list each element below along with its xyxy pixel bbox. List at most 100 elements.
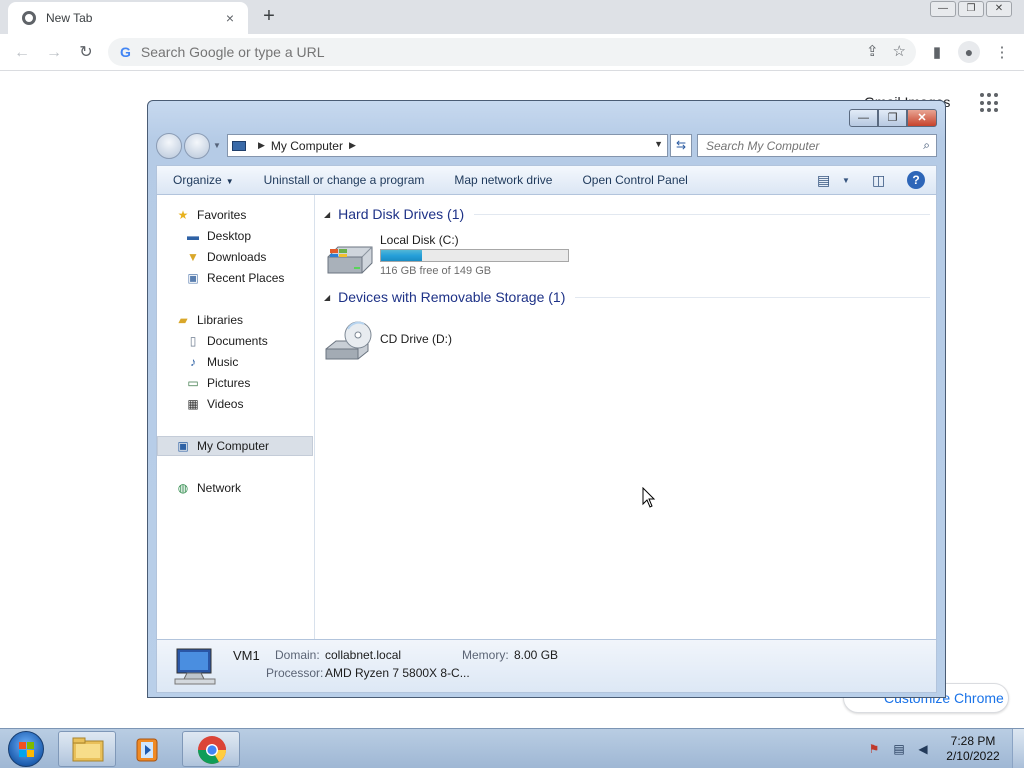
- computer-name: VM1: [233, 648, 260, 663]
- nav-recent-places-label: Recent Places: [207, 271, 285, 285]
- breadcrumb-my-computer[interactable]: My Computer: [271, 139, 343, 153]
- back-button[interactable]: ←: [11, 42, 33, 64]
- explorer-forward-button[interactable]: [184, 133, 210, 159]
- profile-avatar-icon[interactable]: ●: [958, 41, 980, 63]
- content-pane: ◢ Hard Disk Drives (1) Local Disk (C:) 1…: [316, 195, 936, 639]
- open-control-panel-button[interactable]: Open Control Panel: [582, 173, 687, 187]
- computer-small-icon: [232, 140, 246, 151]
- clock-time: 7:28 PM: [950, 734, 996, 748]
- nav-videos[interactable]: ▦ Videos: [185, 394, 243, 414]
- group-title: Hard Disk Drives (1): [338, 206, 465, 222]
- action-center-flag-icon[interactable]: ⚑: [866, 742, 882, 756]
- nav-documents[interactable]: ▯ Documents: [185, 331, 268, 351]
- nav-my-computer-label: My Computer: [197, 439, 270, 453]
- chrome-restore-button[interactable]: ❐: [958, 1, 984, 17]
- chrome-close-button[interactable]: ✕: [986, 1, 1012, 17]
- domain-label: Domain:: [275, 648, 320, 662]
- preview-pane-icon[interactable]: ◫: [872, 172, 885, 189]
- hard-disk-icon[interactable]: [324, 237, 374, 281]
- search-icon[interactable]: ⌕: [923, 138, 930, 153]
- breadcrumb-arrow-icon[interactable]: ▶: [258, 140, 265, 151]
- network-tray-icon[interactable]: ▤: [891, 742, 907, 756]
- reload-button[interactable]: ↻: [75, 42, 97, 64]
- explorer-minimize-button[interactable]: —: [849, 109, 878, 127]
- explorer-search-box[interactable]: ⌕: [697, 134, 937, 157]
- drive-name-c[interactable]: Local Disk (C:): [380, 233, 459, 247]
- omnibox-input[interactable]: [140, 44, 821, 60]
- documents-icon: ▯: [189, 334, 197, 348]
- volume-icon[interactable]: ◀: [915, 742, 931, 756]
- chrome-tab-strip: New Tab × + — ❐ ✕: [0, 0, 1024, 34]
- nav-favorites-label: Favorites: [197, 208, 247, 222]
- tab-new-tab[interactable]: New Tab ×: [8, 2, 248, 34]
- uninstall-program-button[interactable]: Uninstall or change a program: [264, 173, 425, 187]
- share-icon[interactable]: ⇪: [866, 42, 879, 60]
- organize-label: Organize: [173, 173, 222, 187]
- nav-libraries-label: Libraries: [197, 313, 244, 327]
- address-bar[interactable]: ▶ My Computer ▶ ▼: [227, 134, 668, 157]
- map-network-drive-button[interactable]: Map network drive: [454, 173, 552, 187]
- nav-recent-places[interactable]: ▣ Recent Places: [185, 268, 284, 288]
- computer-monitor-icon: [174, 648, 216, 685]
- refresh-button[interactable]: ⇆: [670, 134, 692, 157]
- group-divider: [474, 213, 930, 215]
- recent-pages-dropdown-icon[interactable]: ▼: [213, 141, 221, 150]
- nav-downloads[interactable]: ▼ Downloads: [185, 247, 266, 267]
- explorer-maximize-button[interactable]: ❐: [878, 109, 907, 127]
- group-header-hard-disk-drives[interactable]: ◢ Hard Disk Drives (1): [324, 204, 930, 224]
- taskbar-chrome-button[interactable]: [182, 731, 240, 767]
- cd-drive-icon[interactable]: [324, 319, 374, 363]
- explorer-close-button[interactable]: ✕: [907, 109, 937, 127]
- group-header-removable-storage[interactable]: ◢ Devices with Removable Storage (1): [324, 287, 930, 307]
- processor-label: Processor:: [266, 666, 324, 680]
- tab-close-icon[interactable]: ×: [222, 10, 238, 26]
- side-panel-icon[interactable]: ▮: [926, 42, 948, 64]
- drive-name-d[interactable]: CD Drive (D:): [380, 332, 452, 346]
- nav-downloads-label: Downloads: [207, 250, 267, 264]
- show-desktop-button[interactable]: [1012, 729, 1024, 768]
- forward-button[interactable]: →: [43, 42, 65, 64]
- explorer-window-controls: — ❐ ✕: [849, 109, 937, 127]
- nav-pictures[interactable]: ▭ Pictures: [185, 373, 250, 393]
- drive-free-space-c: 116 GB free of 149 GB: [380, 265, 492, 277]
- change-view-icon[interactable]: ▤: [817, 172, 830, 189]
- memory-value: 8.00 GB: [514, 648, 559, 662]
- computer-icon: ▣: [177, 439, 189, 453]
- explorer-back-button[interactable]: [156, 133, 182, 159]
- details-pane: VM1 Domain: collabnet.local Memory: 8.00…: [156, 639, 937, 693]
- domain-value: collabnet.local: [325, 648, 402, 662]
- new-tab-button[interactable]: +: [258, 6, 280, 28]
- nav-music[interactable]: ♪ Music: [185, 352, 238, 372]
- explorer-navigation-bar: ▼ ▶ My Computer ▶ ▼ ⇆ ⌕: [156, 133, 937, 161]
- collapse-triangle-icon[interactable]: ◢: [324, 210, 330, 219]
- omnibox[interactable]: G ⇪ ☆: [108, 38, 916, 66]
- taskbar-clock[interactable]: 7:28 PM 2/10/2022: [942, 734, 1004, 764]
- nav-libraries[interactable]: ▰ Libraries: [175, 310, 243, 330]
- explorer-search-input[interactable]: [698, 135, 908, 157]
- chrome-minimize-button[interactable]: —: [930, 1, 956, 17]
- help-icon[interactable]: ?: [907, 171, 925, 189]
- address-dropdown-icon[interactable]: ▼: [654, 139, 663, 149]
- nav-my-computer[interactable]: ▣ My Computer: [157, 436, 313, 456]
- bookmark-star-icon[interactable]: ☆: [893, 42, 906, 60]
- start-button[interactable]: [8, 731, 44, 767]
- nav-favorites[interactable]: ★ Favorites: [175, 205, 247, 225]
- drive-usage-bar-c: [380, 249, 569, 262]
- nav-desktop[interactable]: ▬ Desktop: [185, 226, 251, 246]
- organize-button[interactable]: Organize ▼: [173, 173, 234, 187]
- collapse-triangle-icon[interactable]: ◢: [324, 293, 330, 302]
- group-divider: [575, 296, 930, 298]
- chrome-menu-icon[interactable]: ⋮: [991, 42, 1013, 64]
- music-note-icon: ♪: [190, 355, 196, 369]
- nav-music-label: Music: [207, 355, 239, 369]
- clock-date: 2/10/2022: [946, 749, 1000, 763]
- media-player-icon: [136, 738, 158, 762]
- nav-network[interactable]: ◍ Network: [175, 478, 241, 498]
- google-apps-icon[interactable]: [980, 93, 1000, 113]
- drive-usage-fill: [381, 250, 423, 261]
- view-options-dropdown-icon[interactable]: ▼: [842, 176, 850, 185]
- taskbar-explorer-button[interactable]: [58, 731, 116, 767]
- breadcrumb-arrow-icon[interactable]: ▶: [349, 140, 356, 151]
- star-icon: ★: [177, 208, 189, 222]
- taskbar-media-player-button[interactable]: [120, 731, 178, 767]
